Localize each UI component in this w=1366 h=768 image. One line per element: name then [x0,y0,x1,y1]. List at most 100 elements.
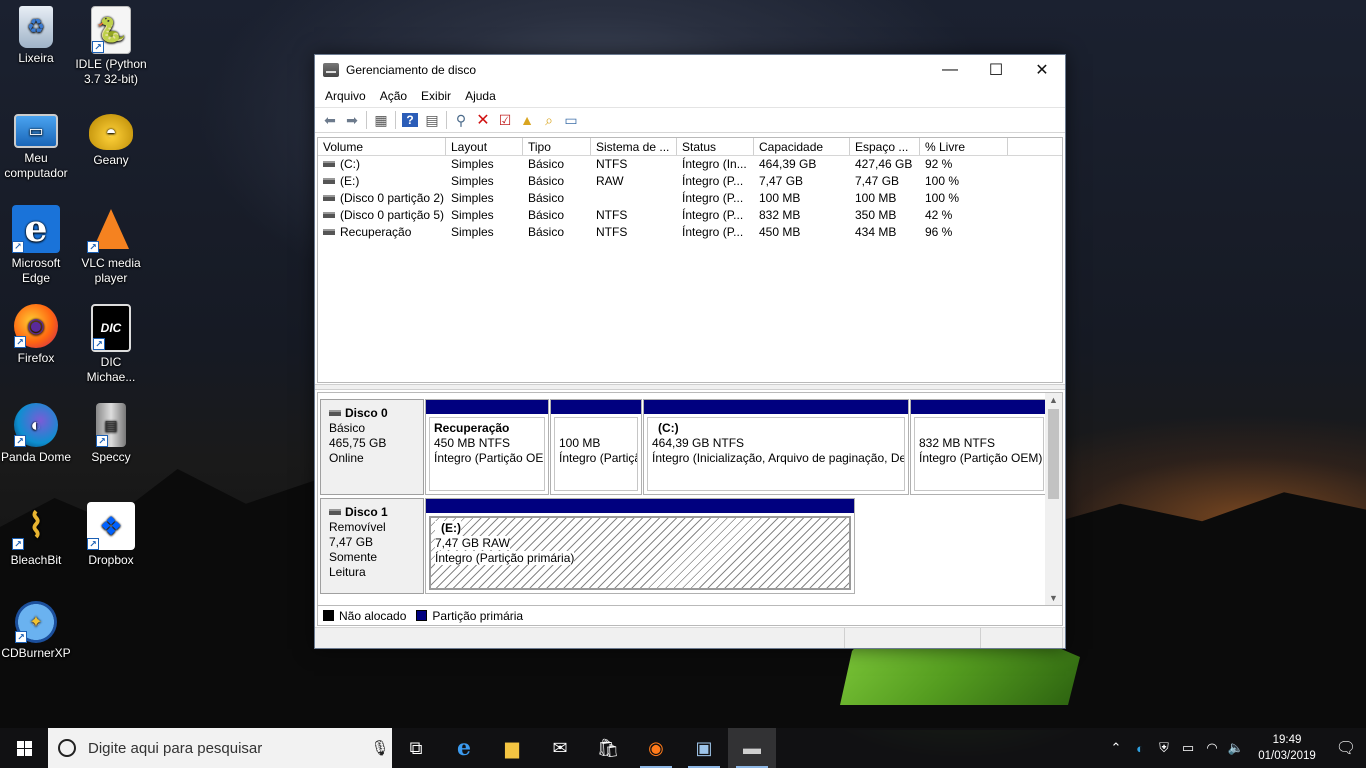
folder-up-icon[interactable]: ▲ [516,109,538,131]
back-arrow-icon[interactable]: ⬅ [319,109,341,131]
cell-text: (E:) [340,174,360,188]
shield-icon[interactable]: ⛨ [1152,740,1176,756]
partition-bar [644,400,908,414]
desktop-icon-label: Panda Dome [0,450,72,464]
desktop-icon-edge[interactable]: e ↗ Microsoft Edge [0,205,72,286]
cell-text: 42 % [925,208,953,222]
column-espaco[interactable]: Espaço ... [850,138,920,155]
disk-type: Básico [329,421,366,435]
table-row[interactable]: (Disco 0 partição 2) Simples Básico Íntegro… [318,190,1062,207]
desktop-icon-geany[interactable]: ◓ Geany [75,106,147,168]
column-tipo[interactable]: Tipo [523,138,591,155]
store-icon[interactable]: 🛍 [584,728,632,768]
minimize-button[interactable]: — [927,55,973,85]
desktop-icon-vlc[interactable]: ↗ VLC media player [75,205,147,286]
column-sistema[interactable]: Sistema de ... [591,138,677,155]
disk-label[interactable]: Disco 0 Básico 465,75 GB Online [320,399,424,495]
column-layout[interactable]: Layout [446,138,523,155]
disk-list-icon[interactable]: ▦ [370,109,392,131]
table-cell: 350 MB [850,207,920,224]
start-button[interactable] [0,728,48,768]
chevron-up-icon[interactable]: ⌃ [1104,740,1128,756]
table-cell: Simples [446,224,523,241]
close-button[interactable]: ✕ [1019,55,1065,85]
partition-name [919,421,1039,436]
scroll-up-icon[interactable]: ▲ [1045,393,1062,407]
partition[interactable]: 100 MB Íntegro (Partiçã [550,399,642,495]
wifi-icon[interactable]: ◠ [1200,740,1224,756]
forward-arrow-icon[interactable]: ➡ [341,109,363,131]
desktop-icon-panda-dome[interactable]: ◐ ↗ Panda Dome [0,403,72,465]
column-status[interactable]: Status [677,138,754,155]
cell-text: 100 % [925,174,960,188]
table-cell: Íntegro (P... [677,224,754,241]
file-explorer-icon[interactable]: ▆ [488,728,536,768]
clock[interactable]: 19:49 01/03/2019 [1248,732,1326,764]
table-cell: NTFS [591,207,677,224]
cell-text: 7,47 GB [855,174,900,188]
cell-text: 96 % [925,225,953,239]
partition[interactable]: (E:) 7,47 GB RAW Íntegro (Partição primá… [425,498,855,594]
battery-icon[interactable]: ▭ [1176,740,1200,756]
table-row[interactable]: (E:) Simples Básico RAW Íntegro (P... 7,47 GB… [318,173,1062,190]
task-view-icon[interactable]: ⧉ [392,728,440,768]
recycle-bin-icon: ♻ [19,6,53,48]
network-pc-icon[interactable]: ▣ [680,728,728,768]
menu-ajuda[interactable]: Ajuda [458,89,503,103]
table-row[interactable]: (Disco 0 partição 5) Simples Básico NTFS Ínt… [318,207,1062,224]
table-cell: Básico [523,224,591,241]
maximize-button[interactable]: ☐ [973,55,1019,85]
delete-icon[interactable]: ✕ [472,109,494,131]
mail-icon[interactable]: ✉ [536,728,584,768]
desktop-icon-idle[interactable]: 🐍 ↗ IDLE (Python 3.7 32-bit) [75,6,147,87]
partition[interactable]: 832 MB NTFS Íntegro (Partição OEM) [910,399,1048,495]
partition[interactable]: Recuperação 450 MB NTFS Íntegro (Partiçã… [425,399,549,495]
desktop-icon-dropbox[interactable]: ❖ ↗ Dropbox [75,502,147,568]
title-bar[interactable]: Gerenciamento de disco — ☐ ✕ [315,55,1065,85]
partition-size: 100 MB [559,436,601,450]
microphone-icon[interactable]: 🎙 [368,739,392,757]
vlc-cone-icon: ↗ [87,205,135,253]
desktop-icon-label: CDBurnerXP [1,646,71,660]
desktop-icon-dic[interactable]: DIC ↗ DIC Michae... [75,304,147,385]
edge-icon[interactable]: e [440,728,488,768]
disk-map-scrollbar[interactable]: ▲ ▼ [1045,393,1062,605]
desktop-icon-label: VLC media player [81,256,141,285]
menu-acao[interactable]: Ação [373,89,414,103]
help-icon[interactable]: ? [399,109,421,131]
desktop-icon-meu-computador[interactable]: ▭ Meu computador [0,106,72,181]
search-folder-icon[interactable]: ⌕ [538,109,560,131]
connect-icon[interactable]: ⚲ [450,109,472,131]
cell-text: Básico [528,208,565,222]
table-row[interactable]: (C:) Simples Básico NTFS Íntegro (In... 464,3… [318,156,1062,173]
desktop-icon-firefox[interactable]: ◉ ↗ Firefox [0,304,72,366]
column-volume[interactable]: Volume [318,138,446,155]
desktop-icon-lixeira[interactable]: ♻ Lixeira [0,6,72,66]
desktop-icon-cdburnerxp[interactable]: ✦ ↗ CDBurnerXP [0,601,72,661]
table-row[interactable]: Recuperação Simples Básico NTFS Íntegro (P..… [318,224,1062,241]
notification-icon[interactable]: 🗨 [1326,738,1366,758]
panda-dome-icon: ◐ ↗ [14,403,58,447]
view-icon[interactable]: ▭ [560,109,582,131]
desktop-icon-speccy[interactable]: ▤ ↗ Speccy [75,403,147,465]
column-capacidade[interactable]: Capacidade [754,138,850,155]
properties-icon[interactable]: ▤ [421,109,443,131]
system-tray: ⌃ ◐ ⛨ ▭ ◠ 🔈 19:49 01/03/2019 🗨 [1104,728,1366,768]
scroll-thumb[interactable] [1048,409,1059,499]
pane-splitter[interactable] [315,384,1065,390]
volume-icon[interactable]: 🔈 [1224,740,1248,756]
table-cell: 464,39 GB [754,156,850,173]
search-box[interactable]: Digite aqui para pesquisar 🎙 [48,728,392,768]
menu-exibir[interactable]: Exibir [414,89,458,103]
partition[interactable]: (C:) 464,39 GB NTFS Íntegro (Inicializaç… [643,399,909,495]
scroll-down-icon[interactable]: ▼ [1045,591,1062,605]
table-cell: 92 % [920,156,1008,173]
panda-tray-icon[interactable]: ◐ [1128,741,1152,756]
disk-management-icon[interactable]: ▬ [728,728,776,768]
check-icon[interactable]: ☑ [494,109,516,131]
disk-label[interactable]: Disco 1 Removível 7,47 GB Somente Leitur… [320,498,424,594]
firefox-icon[interactable]: ◉ [632,728,680,768]
desktop-icon-bleachbit[interactable]: ⌇ ↗ BleachBit [0,502,72,568]
menu-arquivo[interactable]: Arquivo [318,89,373,103]
column-livre[interactable]: % Livre [920,138,1008,155]
